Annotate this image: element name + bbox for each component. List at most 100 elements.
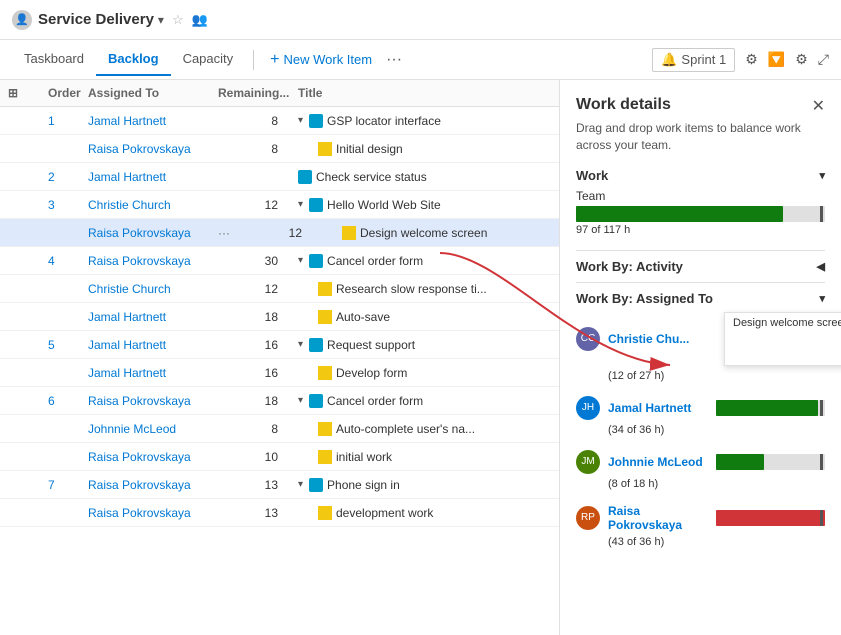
add-col-icon[interactable]: ⊞	[8, 86, 18, 100]
task-icon	[318, 310, 332, 324]
row-title: ▾ Cancel order form	[298, 254, 551, 268]
row-assigned[interactable]: Christie Church	[88, 282, 218, 296]
table-row: 4 Raisa Pokrovskaya 30 ▾ Cancel order fo…	[0, 247, 559, 275]
row-order: 2	[48, 170, 88, 184]
tab-backlog[interactable]: Backlog	[96, 43, 171, 76]
row-assigned[interactable]: Raisa Pokrovskaya	[88, 254, 218, 268]
item-title[interactable]: GSP locator interface	[327, 114, 441, 128]
person-avatar: CC	[576, 327, 600, 351]
by-assigned-toggle[interactable]: ▾	[819, 292, 825, 305]
collapse-icon[interactable]: ▾	[298, 339, 303, 350]
item-title[interactable]: development work	[336, 506, 433, 520]
row-assigned[interactable]: Raisa Pokrovskaya	[88, 226, 218, 240]
row-title: ▾ Phone sign in	[298, 478, 551, 492]
progress-marker	[820, 454, 823, 470]
by-activity-toggle[interactable]: ◀	[817, 260, 825, 273]
favorite-star-icon[interactable]: ☆	[172, 12, 184, 28]
row-title: initial work	[298, 450, 551, 464]
row-title: Auto-save	[298, 310, 551, 324]
main-content: ⊞ Order Assigned To Remaining... Title 1…	[0, 80, 841, 635]
row-assigned[interactable]: Raisa Pokrovskaya	[88, 142, 218, 156]
work-section-header[interactable]: Work ▾	[576, 168, 825, 183]
row-title: ▾ Hello World Web Site	[298, 198, 551, 212]
item-title[interactable]: Request support	[327, 338, 415, 352]
sprint-selector[interactable]: 🔔 Sprint 1	[652, 48, 735, 72]
team-label: Team	[576, 189, 825, 203]
project-dropdown-icon[interactable]: ▾	[158, 13, 164, 27]
item-title[interactable]: initial work	[336, 450, 392, 464]
story-icon	[309, 478, 323, 492]
tab-capacity[interactable]: Capacity	[171, 43, 246, 76]
table-header: ⊞ Order Assigned To Remaining... Title	[0, 80, 559, 107]
col-add: ⊞	[8, 86, 48, 100]
person-name[interactable]: Jamal Hartnett	[608, 401, 708, 415]
item-title[interactable]: Auto-complete user's na...	[336, 422, 475, 436]
person-section-christie: CC Christie Chu... Design welcome screen…	[576, 312, 825, 382]
row-assigned[interactable]: Christie Church	[88, 198, 218, 212]
collapse-icon[interactable]: ▾	[298, 395, 303, 406]
filter-icon[interactable]: 🔽	[768, 51, 785, 68]
collapse-icon[interactable]: ▾	[298, 115, 303, 126]
item-title[interactable]: Research slow response ti...	[336, 282, 487, 296]
row-order: 3	[48, 198, 88, 212]
fullscreen-icon[interactable]: ⤢	[818, 51, 829, 68]
person-progress-text: (12 of 27 h)	[608, 370, 825, 382]
collapse-icon[interactable]: ▾	[298, 199, 303, 210]
item-title[interactable]: Auto-save	[336, 310, 390, 324]
row-assigned[interactable]: Raisa Pokrovskaya	[88, 478, 218, 492]
row-assigned[interactable]: Jamal Hartnett	[88, 170, 218, 184]
by-assigned-header[interactable]: Work By: Assigned To ▾	[576, 291, 825, 306]
story-icon	[309, 394, 323, 408]
item-title[interactable]: Design welcome screen	[360, 226, 487, 240]
filter-settings-icon[interactable]: ⚙	[745, 51, 758, 68]
item-title[interactable]: Hello World Web Site	[327, 198, 441, 212]
item-title[interactable]: Cancel order form	[327, 394, 423, 408]
divider	[576, 282, 825, 283]
person-section-johnnie: JM Johnnie McLeod (8 of 18 h)	[576, 450, 825, 490]
new-work-item-button[interactable]: + New Work Item	[262, 47, 380, 73]
item-title[interactable]: Initial design	[336, 142, 403, 156]
row-assigned[interactable]: Jamal Hartnett	[88, 114, 218, 128]
person-name[interactable]: Raisa Pokrovskaya	[608, 504, 708, 532]
item-title[interactable]: Develop form	[336, 366, 407, 380]
progress-marker	[820, 510, 823, 526]
row-title: Check service status	[298, 170, 551, 184]
close-panel-button[interactable]: ✕	[812, 96, 825, 116]
person-progress-text: (43 of 36 h)	[608, 536, 825, 548]
row-assigned[interactable]: Jamal Hartnett	[88, 366, 218, 380]
row-assigned[interactable]: Jamal Hartnett	[88, 310, 218, 324]
tab-taskboard[interactable]: Taskboard	[12, 43, 96, 76]
by-activity-header[interactable]: Work By: Activity ◀	[576, 259, 825, 274]
tooltip-text: Design welcome screen	[733, 317, 841, 329]
person-section-raisa: RP Raisa Pokrovskaya (43 of 36 h)	[576, 504, 825, 548]
task-icon	[318, 422, 332, 436]
nav-right: 🔔 Sprint 1 ⚙ 🔽 ⚙ ⤢	[652, 48, 829, 72]
more-options-button[interactable]: ···	[386, 51, 402, 69]
col-remaining-header: Remaining...	[218, 86, 298, 100]
row-assigned[interactable]: Jamal Hartnett	[88, 338, 218, 352]
row-assigned[interactable]: Johnnie McLeod	[88, 422, 218, 436]
row-assigned[interactable]: Raisa Pokrovskaya	[88, 394, 218, 408]
row-remaining: 16	[218, 366, 298, 380]
settings-gear-icon[interactable]: ⚙	[795, 51, 808, 68]
person-name[interactable]: Christie Chu...	[608, 332, 708, 346]
item-title[interactable]: Cancel order form	[327, 254, 423, 268]
collapse-icon[interactable]: ▾	[298, 255, 303, 266]
item-title[interactable]: Check service status	[316, 170, 427, 184]
row-remaining: 18	[218, 310, 298, 324]
row-assigned[interactable]: Raisa Pokrovskaya	[88, 506, 218, 520]
team-icon[interactable]: 👥	[192, 12, 208, 28]
work-details-panel: Work details ✕ Drag and drop work items …	[560, 80, 841, 635]
person-name[interactable]: Johnnie McLeod	[608, 455, 708, 469]
row-actions-button[interactable]: ···	[218, 226, 242, 240]
row-assigned[interactable]: Raisa Pokrovskaya	[88, 450, 218, 464]
work-item-tooltip: Design welcome screen	[724, 312, 841, 366]
row-remaining: 8	[218, 114, 298, 128]
item-title[interactable]: Phone sign in	[327, 478, 400, 492]
table-row: Johnnie McLeod 8 Auto-complete user's na…	[0, 415, 559, 443]
collapse-icon[interactable]: ▾	[298, 479, 303, 490]
person-section-jamal: JH Jamal Hartnett (34 of 36 h)	[576, 396, 825, 436]
work-section-toggle[interactable]: ▾	[819, 169, 825, 182]
sprint-label: Sprint 1	[681, 52, 726, 67]
row-remaining: 12	[218, 198, 298, 212]
